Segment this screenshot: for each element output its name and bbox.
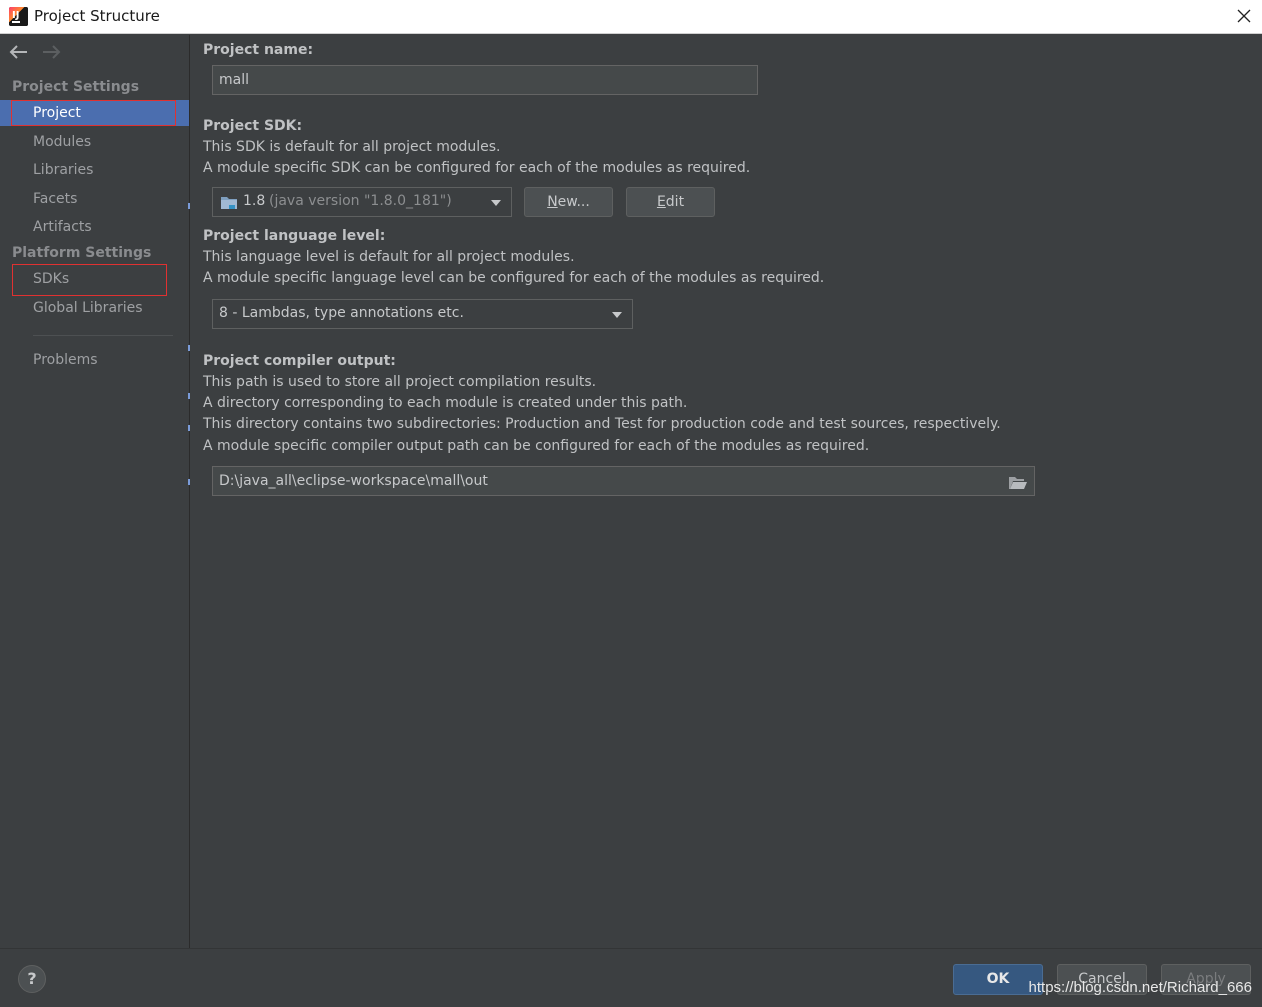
- dialog-footer: ? OK Cancel Apply https://blog.csdn.net/…: [0, 948, 1262, 1007]
- chevron-down-icon: [612, 312, 622, 318]
- language-level-description-2: A module specific language level can be …: [203, 270, 825, 286]
- sdk-version: 1.8: [243, 193, 266, 209]
- compiler-output-description-3: This directory contains two subdirectori…: [203, 416, 1001, 432]
- edit-sdk-button[interactable]: Edit: [626, 187, 715, 217]
- gutter-marker: [188, 203, 190, 209]
- project-settings-header: Project Settings: [12, 79, 140, 95]
- sdk-version-detail: (java version "1.8.0_181"): [269, 193, 452, 209]
- title-bar: IJ Project Structure: [0, 0, 1262, 34]
- language-level-value: 8 - Lambdas, type annotations etc.: [219, 305, 464, 321]
- compiler-output-description-2: A directory corresponding to each module…: [203, 395, 688, 411]
- gutter-marker: [188, 393, 190, 399]
- compiler-output-description-4: A module specific compiler output path c…: [203, 438, 870, 454]
- folder-icon: [220, 194, 238, 215]
- compiler-output-path: D:\java_all\eclipse-workspace\mall\out: [219, 473, 488, 489]
- project-sdk-label: Project SDK:: [203, 118, 303, 134]
- compiler-output-label: Project compiler output:: [203, 353, 396, 369]
- gutter-marker: [188, 345, 190, 351]
- sidebar-divider: [33, 335, 173, 336]
- back-arrow-icon[interactable]: [8, 43, 30, 61]
- sidebar-item-modules[interactable]: Modules: [0, 129, 189, 155]
- new-sdk-button[interactable]: New...: [524, 187, 613, 217]
- sidebar-item-sdks[interactable]: SDKs: [0, 266, 189, 292]
- language-level-label: Project language level:: [203, 228, 386, 244]
- close-icon[interactable]: [1234, 6, 1254, 26]
- gutter-marker: [188, 425, 190, 431]
- sidebar-item-artifacts[interactable]: Artifacts: [0, 214, 189, 240]
- project-name-label: Project name:: [203, 42, 314, 58]
- sidebar-item-facets[interactable]: Facets: [0, 186, 189, 212]
- sidebar-item-project[interactable]: Project: [0, 100, 189, 126]
- sidebar-item-global-libraries[interactable]: Global Libraries: [0, 295, 189, 321]
- window-title: Project Structure: [34, 7, 160, 25]
- platform-settings-header: Platform Settings: [12, 245, 152, 261]
- chevron-down-icon: [491, 200, 501, 206]
- gutter-marker: [188, 479, 190, 485]
- folder-browse-icon[interactable]: [1008, 473, 1028, 501]
- help-button[interactable]: ?: [18, 965, 46, 993]
- compiler-output-path-input[interactable]: D:\java_all\eclipse-workspace\mall\out: [212, 466, 1035, 496]
- sdk-description-1: This SDK is default for all project modu…: [203, 139, 501, 155]
- sidebar-item-libraries[interactable]: Libraries: [0, 157, 189, 183]
- language-level-dropdown[interactable]: 8 - Lambdas, type annotations etc.: [212, 299, 633, 329]
- compiler-output-description-1: This path is used to store all project c…: [203, 374, 597, 390]
- project-name-input[interactable]: mall: [212, 65, 758, 95]
- sdk-description-2: A module specific SDK can be configured …: [203, 160, 751, 176]
- watermark-text: https://blog.csdn.net/Richard_666: [1028, 979, 1252, 996]
- intellij-app-icon: IJ: [9, 7, 28, 26]
- sidebar-item-problems[interactable]: Problems: [0, 347, 189, 373]
- language-level-description-1: This language level is default for all p…: [203, 249, 575, 265]
- sidebar: Project Settings Project Modules Librari…: [0, 35, 190, 948]
- project-settings-panel: Project name: mall Project SDK: This SDK…: [191, 35, 1262, 948]
- sdk-dropdown[interactable]: 1.8 (java version "1.8.0_181"): [212, 187, 512, 217]
- forward-arrow-icon[interactable]: [40, 43, 62, 61]
